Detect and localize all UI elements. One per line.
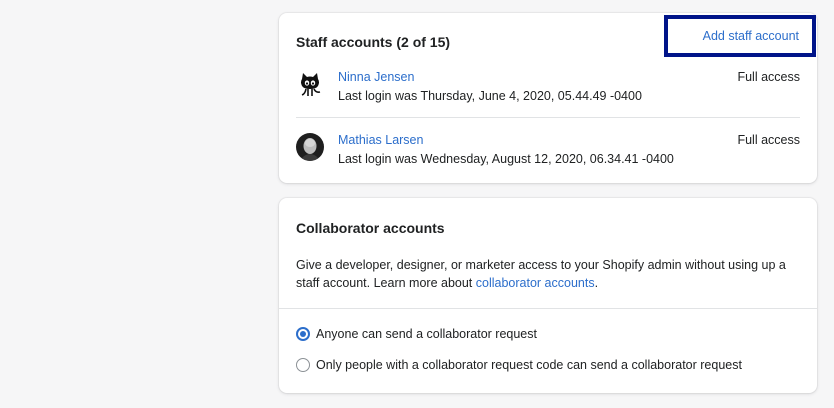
person-photo-avatar bbox=[296, 133, 324, 161]
collaborator-accounts-title: Collaborator accounts bbox=[296, 220, 445, 236]
radio-request-code-only[interactable]: Only people with a collaborator request … bbox=[296, 358, 742, 372]
collaborator-description-end: . bbox=[594, 276, 599, 290]
radio-anyone-can-request[interactable]: Anyone can send a collaborator request bbox=[296, 327, 537, 341]
staff-accounts-title: Staff accounts (2 of 15) bbox=[296, 34, 451, 50]
staff-last-login: Last login was Thursday, June 4, 2020, 0… bbox=[338, 89, 642, 103]
radio-unchecked-icon[interactable] bbox=[296, 358, 310, 372]
add-staff-account-button[interactable]: Add staff account bbox=[664, 15, 816, 57]
staff-access-level: Full access bbox=[737, 70, 800, 84]
staff-row: Mathias Larsen Last login was Wednesday,… bbox=[296, 133, 800, 173]
radio-checked-icon[interactable] bbox=[296, 327, 310, 341]
collaborator-accounts-card: Collaborator accounts Give a developer, … bbox=[279, 198, 817, 393]
staff-access-level: Full access bbox=[737, 133, 800, 147]
staff-row: Ninna Jensen Last login was Thursday, Ju… bbox=[296, 70, 800, 110]
octocat-avatar-icon bbox=[296, 70, 324, 98]
staff-name-link[interactable]: Mathias Larsen bbox=[338, 133, 423, 147]
radio-label: Anyone can send a collaborator request bbox=[316, 327, 537, 341]
collaborator-description: Give a developer, designer, or marketer … bbox=[296, 256, 795, 292]
staff-name-link[interactable]: Ninna Jensen bbox=[338, 70, 414, 84]
staff-last-login: Last login was Wednesday, August 12, 202… bbox=[338, 152, 674, 166]
add-staff-account-label: Add staff account bbox=[702, 29, 799, 43]
radio-label: Only people with a collaborator request … bbox=[316, 358, 742, 372]
collaborator-accounts-link[interactable]: collaborator accounts bbox=[476, 276, 595, 290]
divider bbox=[279, 308, 817, 309]
staff-accounts-card: Staff accounts (2 of 15) Add staff accou… bbox=[279, 13, 817, 183]
divider bbox=[296, 117, 800, 118]
